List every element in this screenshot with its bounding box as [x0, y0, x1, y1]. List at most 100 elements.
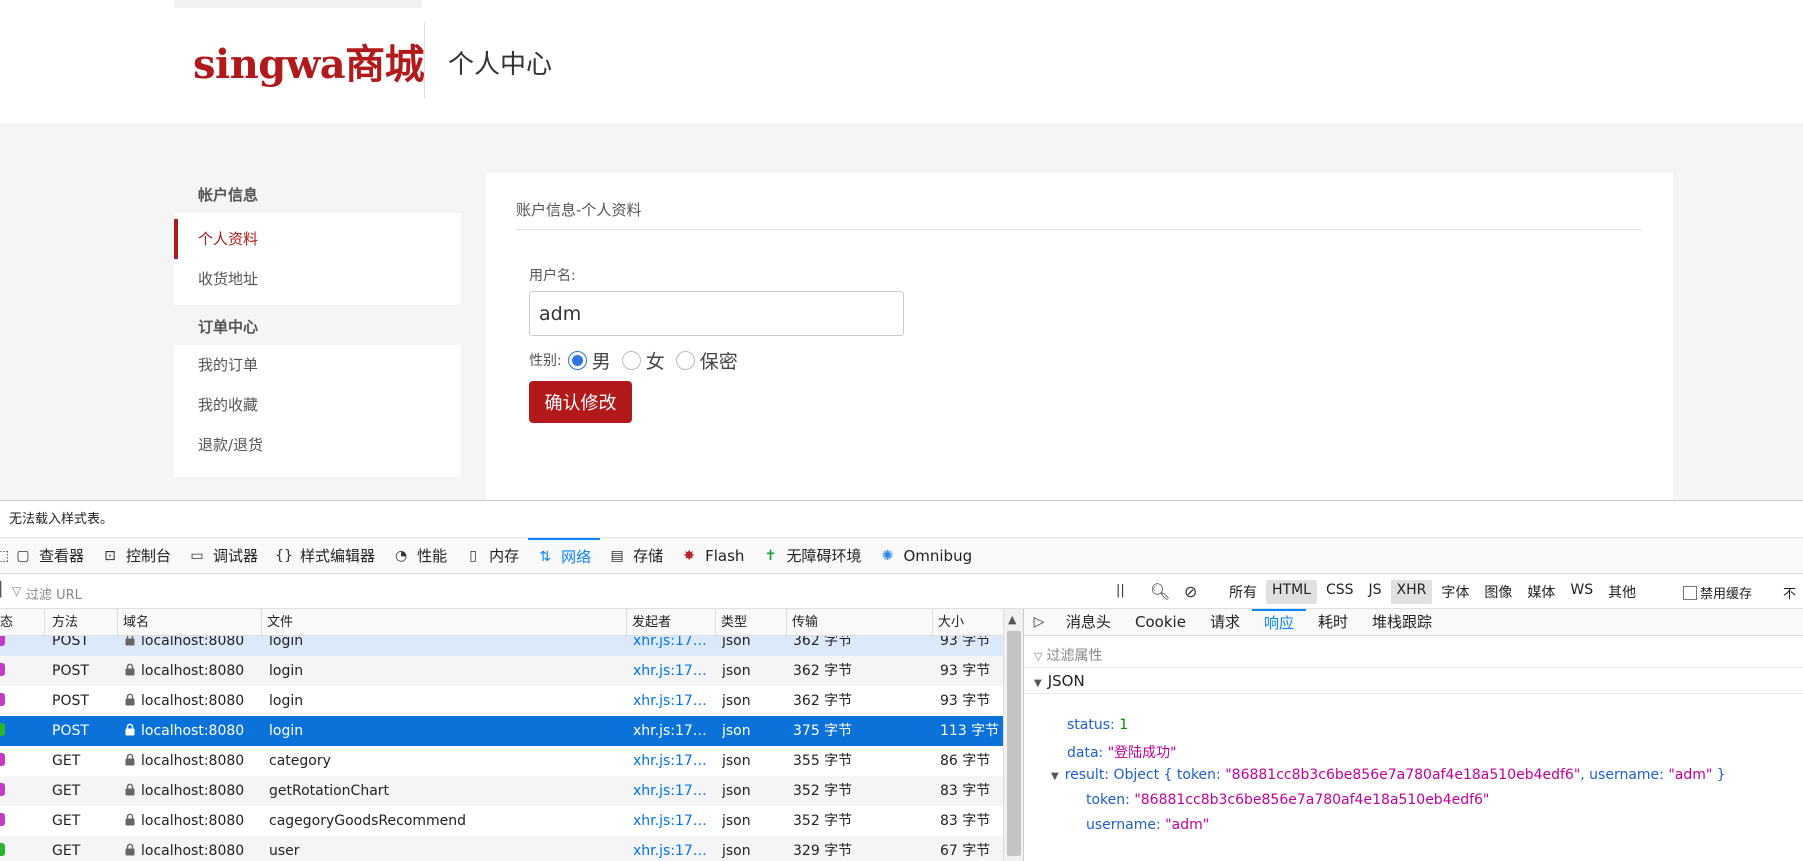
tab-debugger[interactable]: ▭ 调试器	[180, 538, 267, 574]
type-filter-media[interactable]: 媒体	[1521, 580, 1561, 604]
col-file[interactable]: 文件	[262, 609, 627, 636]
type-filter-other[interactable]: 其他	[1602, 580, 1642, 604]
json-username-line: username: "adm"	[1086, 817, 1209, 833]
request-initiator[interactable]: xhr.js:178...	[633, 806, 715, 836]
table-row[interactable]: GET localhost:8080 category xhr.js:178... js…	[0, 746, 1003, 776]
top-strip	[174, 0, 422, 8]
table-row[interactable]: GET localhost:8080 user xhr.js:178... json 32…	[0, 836, 1003, 861]
breadcrumb: 账户信息-个人资料	[516, 201, 642, 219]
table-row[interactable]: GET localhost:8080 cagegoryGoodsRecommend x…	[0, 806, 1003, 836]
type-filter-fonts[interactable]: 字体	[1435, 580, 1475, 604]
json-section-label: JSON	[1047, 672, 1085, 690]
gender-label-secret[interactable]: 保密	[700, 347, 738, 374]
gender-label-male[interactable]: 男	[592, 347, 611, 374]
property-filter-input[interactable]: ▽ 过滤属性	[1034, 645, 1102, 665]
table-row[interactable]: POST localhost:8080 login xhr.js:178... json…	[0, 686, 1003, 716]
json-result-line[interactable]: ▼ result: Object { token: "86881cc8b3c6be…	[1051, 767, 1726, 783]
request-initiator[interactable]: xhr.js:178...	[633, 746, 715, 776]
type-filter-ws[interactable]: WS	[1564, 580, 1599, 604]
block-icon[interactable]: ⊘	[1184, 582, 1197, 601]
throttle-label[interactable]: 不	[1783, 583, 1796, 602]
col-status[interactable]: 态	[0, 609, 45, 636]
table-scrollbar[interactable]: ▲	[1003, 609, 1023, 861]
sidebar-item-address[interactable]: 收货地址	[174, 259, 461, 299]
expand-triangle-icon[interactable]: ▼	[1034, 670, 1042, 697]
accessibility-icon: ✝	[764, 547, 777, 564]
request-domain: localhost:8080	[124, 686, 259, 716]
tab-flash[interactable]: ✸ Flash	[672, 538, 753, 574]
gender-label-female[interactable]: 女	[646, 347, 665, 374]
gender-radio-male[interactable]	[567, 350, 587, 370]
trash-icon[interactable]: ▏	[0, 582, 11, 598]
detail-tab-stack[interactable]: 堆栈跟踪	[1360, 609, 1444, 636]
search-icon[interactable]: 🔍︎	[1150, 582, 1170, 601]
sidebar-item-refunds[interactable]: 退款/退货	[174, 425, 461, 465]
request-initiator[interactable]: xhr.js:178...	[633, 836, 715, 861]
scroll-up-icon[interactable]: ▲	[1008, 613, 1016, 626]
json-key: username:	[1086, 817, 1161, 833]
request-initiator[interactable]: xhr.js:178...	[633, 656, 715, 686]
col-method[interactable]: 方法	[47, 609, 118, 636]
request-initiator[interactable]: xhr.js:178...	[633, 776, 715, 806]
detail-tab-response[interactable]: 响应	[1251, 608, 1306, 636]
pause-icon[interactable]: ||	[1116, 583, 1125, 598]
scroll-thumb[interactable]	[1007, 631, 1021, 856]
detail-tab-cookie[interactable]: Cookie	[1123, 609, 1198, 636]
gender-radio-female[interactable]	[621, 350, 641, 370]
type-filter-js[interactable]: JS	[1363, 580, 1388, 604]
col-type[interactable]: 类型	[716, 609, 787, 636]
detail-tab-headers[interactable]: 消息头	[1054, 609, 1123, 636]
tab-performance[interactable]: ◔ 性能	[384, 538, 456, 574]
table-row[interactable]: GET localhost:8080 getRotationChart xhr.js:…	[0, 776, 1003, 806]
omnibug-icon: ✺	[881, 547, 894, 564]
braces-icon: {}	[275, 547, 293, 564]
request-initiator[interactable]: xhr.js:178...	[633, 686, 715, 716]
col-transferred[interactable]: 传输	[787, 609, 933, 636]
expand-triangle-icon[interactable]: ▼	[1051, 771, 1059, 782]
col-domain[interactable]: 域名	[118, 609, 262, 636]
disable-cache-toggle[interactable]: 禁用缓存	[1683, 583, 1752, 602]
tab-network[interactable]: ⇅ 网络	[528, 537, 601, 574]
devtools-toolbar: ⬚ ▢查看器 ⊡控制台 ▭调试器 {}样式编辑器 ◔性能 ▯内存 ⇅网络 ▤存储…	[0, 537, 1803, 574]
sidebar-item-my-orders[interactable]: 我的订单	[174, 345, 461, 385]
type-filter-images[interactable]: 图像	[1478, 580, 1518, 604]
tab-style-editor[interactable]: {} 样式编辑器	[267, 538, 384, 574]
type-filter-xhr[interactable]: XHR	[1390, 580, 1433, 604]
tab-console[interactable]: ⊡ 控制台	[93, 538, 180, 574]
request-initiator[interactable]: xhr.js:178...	[633, 716, 715, 746]
status-badge	[0, 776, 6, 806]
col-initiator[interactable]: 发起者	[627, 609, 716, 636]
confirm-button[interactable]: 确认修改	[529, 381, 632, 423]
filter-url-input[interactable]: 过滤 URL	[26, 584, 82, 603]
detail-tab-request[interactable]: 请求	[1198, 609, 1252, 636]
type-filter-css[interactable]: CSS	[1320, 580, 1360, 604]
tab-inspector[interactable]: ▢ 查看器	[6, 538, 93, 574]
status-code-badge	[0, 783, 5, 796]
tab-omnibug[interactable]: ✺ Omnibug	[870, 538, 981, 574]
col-size[interactable]: 大小	[933, 609, 1003, 636]
request-size: 83 字节	[940, 783, 991, 799]
json-summary: Object { token:	[1113, 767, 1226, 783]
request-type: json	[722, 843, 751, 859]
json-section-header[interactable]: ▼ JSON	[1024, 667, 1803, 694]
table-row[interactable]: POST localhost:8080 login xhr.js:178... json…	[0, 716, 1003, 746]
status-code-badge	[0, 813, 5, 826]
tab-accessibility[interactable]: ✝ 无障碍环境	[753, 538, 870, 574]
disable-cache-checkbox[interactable]	[1683, 585, 1697, 600]
detail-tab-timings[interactable]: 耗时	[1306, 609, 1360, 636]
username-input[interactable]	[529, 291, 904, 336]
tab-storage[interactable]: ▤ 存储	[600, 538, 672, 574]
type-filter-all[interactable]: 所有	[1223, 580, 1263, 604]
gender-radio-secret[interactable]	[675, 350, 695, 370]
type-filter-html[interactable]: HTML	[1266, 580, 1317, 604]
sidebar-item-favorites[interactable]: 我的收藏	[174, 385, 461, 425]
panel-toggle-icon[interactable]: ▷	[1024, 614, 1054, 630]
sidebar-item-profile[interactable]: 个人资料	[174, 219, 461, 259]
table-row[interactable]: POST localhost:8080 login xhr.js:178... json…	[0, 656, 1003, 686]
json-value: "adm"	[1165, 817, 1210, 833]
site-logo[interactable]: singwa商城	[193, 32, 425, 90]
request-transferred: 362 字节	[793, 663, 853, 679]
json-token-line: token: "86881cc8b3c6be856e7a780af4e18a51…	[1086, 792, 1489, 808]
json-key: data:	[1067, 745, 1104, 761]
tab-memory[interactable]: ▯ 内存	[456, 538, 528, 574]
